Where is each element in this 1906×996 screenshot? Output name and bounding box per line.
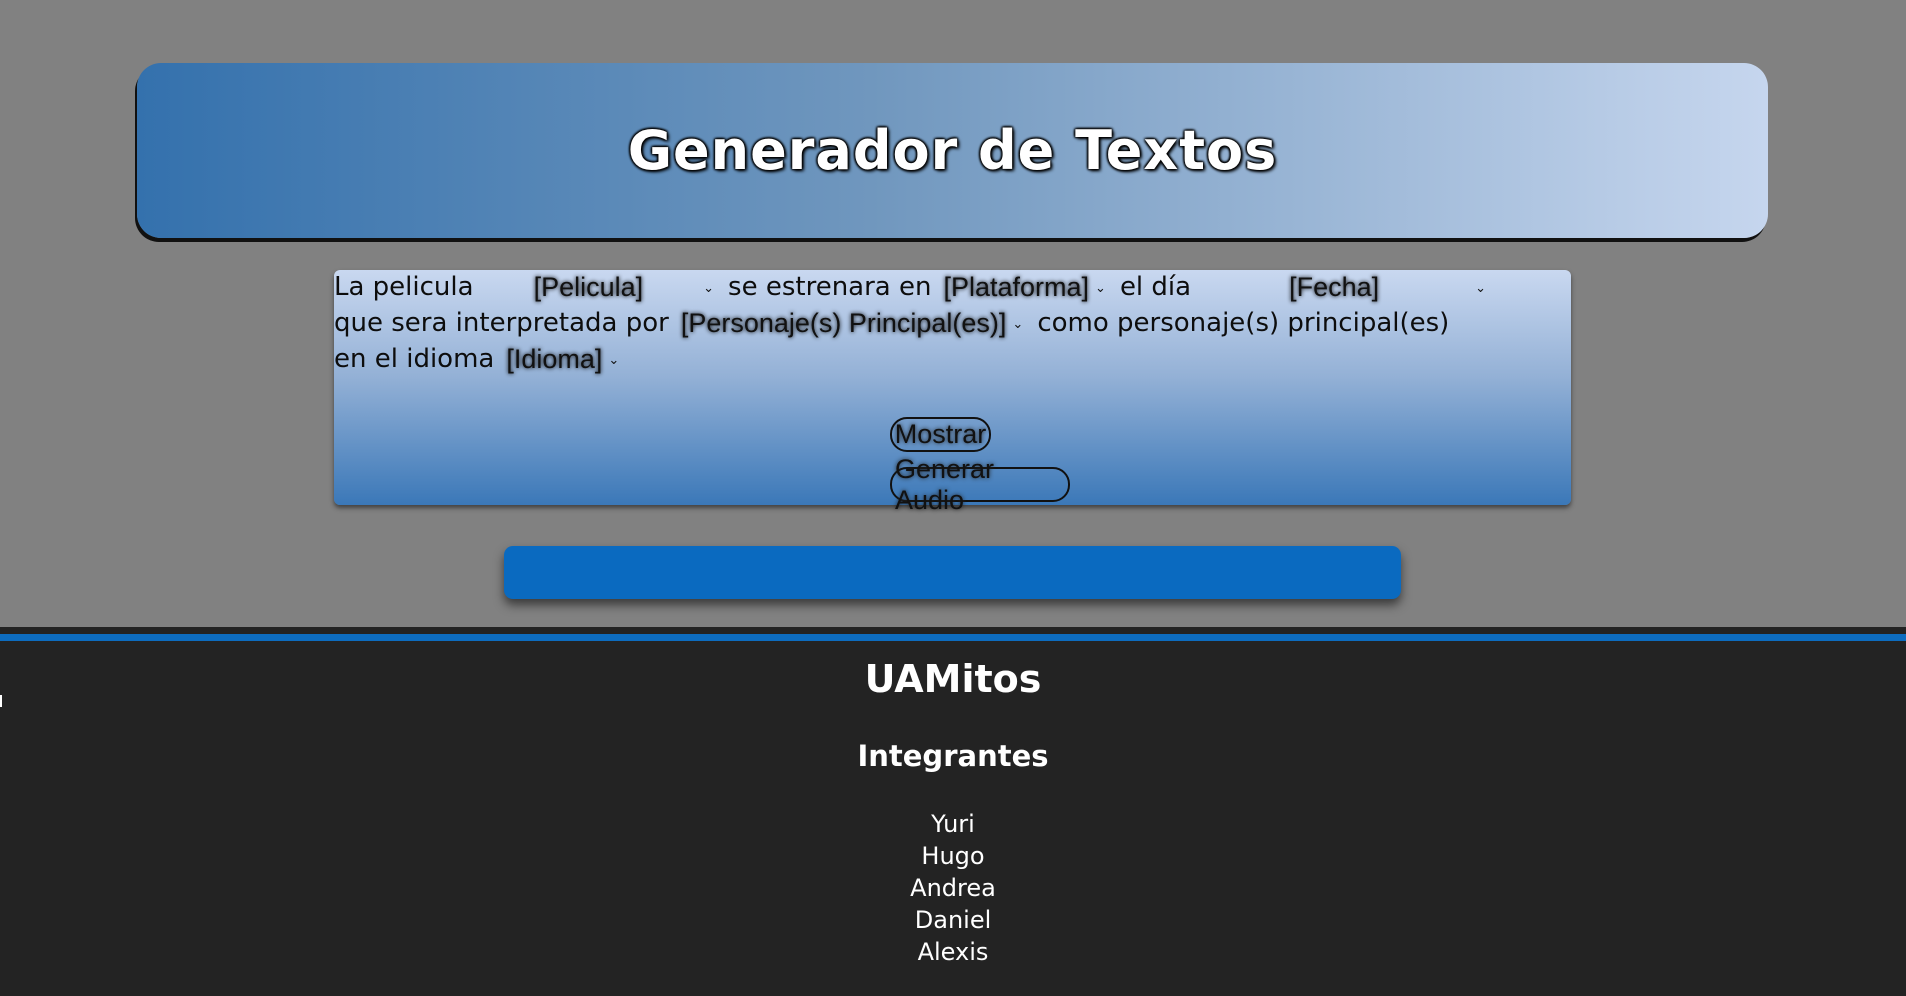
personaje-select[interactable]: [Personaje(s) Principal(es)] ⌄ bbox=[681, 308, 1024, 339]
static-text-en-el-idioma: en el idioma bbox=[334, 344, 495, 374]
form-line-2: que sera interpretada por [Personaje(s) … bbox=[334, 306, 1449, 340]
static-text-la-pelicula: La pelicula bbox=[334, 272, 474, 302]
team-member: Andrea bbox=[910, 874, 996, 902]
generar-audio-button[interactable]: Generar Audio bbox=[890, 454, 1070, 515]
plataforma-select[interactable]: [Plataforma] ⌄ bbox=[943, 272, 1105, 303]
page-title: Generador de Textos bbox=[627, 119, 1278, 182]
team-member: Daniel bbox=[914, 906, 992, 934]
pelicula-select[interactable]: [Pelicula] ⌄ bbox=[534, 272, 714, 303]
idioma-select-value: [Idioma] bbox=[506, 343, 603, 374]
header-banner: Generador de Textos bbox=[137, 63, 1768, 238]
plataforma-select-value: [Plataforma] bbox=[943, 271, 1090, 302]
team-member: Alexis bbox=[917, 938, 989, 966]
static-text-se-estrenara-en: se estrenara en bbox=[728, 272, 932, 302]
chevron-down-icon: ⌄ bbox=[608, 352, 620, 367]
personaje-select-value: [Personaje(s) Principal(es)] bbox=[680, 307, 1007, 338]
static-text-como-personajes-principales: como personaje(s) principal(es) bbox=[1037, 308, 1450, 338]
generated-text-output bbox=[504, 546, 1401, 599]
static-text-que-sera-interpretada-por: que sera interpretada por bbox=[334, 308, 669, 338]
chevron-down-icon: ⌄ bbox=[1095, 280, 1106, 295]
chevron-down-icon: ⌄ bbox=[1012, 316, 1024, 331]
static-text-el-dia: el día bbox=[1119, 272, 1192, 302]
footer-accent-line bbox=[0, 634, 1906, 641]
team-members-list: Yuri Hugo Andrea Daniel Alexis bbox=[0, 808, 1906, 968]
chevron-down-icon: ⌄ bbox=[703, 280, 715, 295]
idioma-select[interactable]: [Idioma] ⌄ bbox=[506, 344, 619, 375]
pelicula-select-value: [Pelicula] bbox=[533, 271, 644, 302]
fecha-select[interactable]: [Fecha] ⌄ bbox=[1289, 272, 1486, 303]
chevron-down-icon: ⌄ bbox=[1475, 280, 1487, 295]
team-heading: Integrantes bbox=[857, 739, 1049, 773]
form-line-1: La pelicula [Pelicula] ⌄ se estrenara en… bbox=[334, 270, 1486, 304]
team-member: Hugo bbox=[921, 842, 985, 870]
footer-title: UAMitos bbox=[864, 657, 1042, 701]
team-member: Yuri bbox=[931, 810, 975, 838]
footer: UAMitos Integrantes Yuri Hugo Andrea Dan… bbox=[0, 627, 1906, 996]
edge-marker bbox=[0, 695, 2, 707]
mostrar-button[interactable]: Mostrar bbox=[890, 417, 991, 452]
form-line-3: en el idioma [Idioma] ⌄ bbox=[334, 342, 619, 376]
fecha-select-value: [Fecha] bbox=[1289, 271, 1380, 302]
